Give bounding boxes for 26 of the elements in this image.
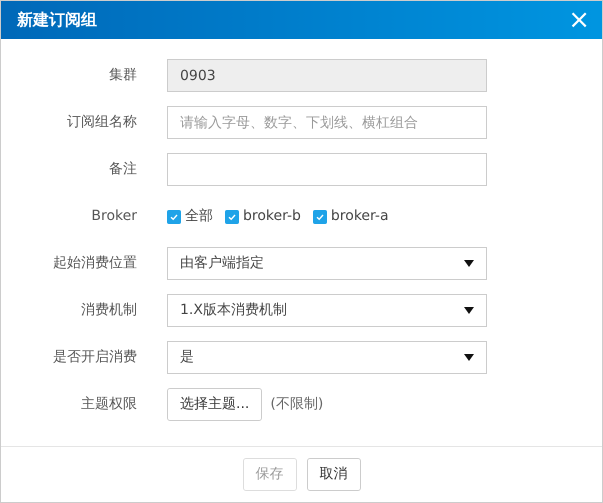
dropdown-arrow-icon [464, 260, 474, 267]
checkbox[interactable] [167, 210, 181, 224]
dropdown-arrow-icon [464, 307, 474, 314]
topic-note: (不限制) [270, 395, 324, 414]
field-label: 主题权限 [80, 395, 137, 414]
select-field[interactable]: 由客户端指定 [167, 247, 487, 280]
field-label: 是否开启消费 [52, 348, 137, 367]
select-field[interactable]: 是 [167, 341, 487, 374]
text-field[interactable] [167, 153, 487, 186]
field-label: 备注 [108, 160, 137, 179]
field-label: 订阅组名称 [66, 113, 137, 132]
dropdown-arrow-icon [464, 354, 474, 361]
dialog-title: 新建订阅组 [17, 9, 97, 31]
field-label: Broker [90, 207, 137, 226]
checkbox[interactable] [312, 210, 327, 224]
checkbox-label: broker-a [330, 207, 389, 226]
text-field[interactable]: 请输入字母、数字、下划线、横杠组合 [167, 106, 487, 139]
checkbox[interactable] [225, 210, 239, 224]
field-label: 起始消费位置 [52, 254, 137, 273]
field-label: 消费机制 [80, 301, 137, 320]
checkbox-label: broker-b [243, 207, 301, 226]
checkbox-label: 全部 [185, 207, 213, 226]
footer-button[interactable]: 取消 [306, 458, 360, 491]
field-label: 集群 [108, 66, 137, 85]
select-field[interactable]: 1.X版本消费机制 [167, 294, 487, 327]
choose-topic-button[interactable]: 选择主题... [167, 388, 262, 421]
